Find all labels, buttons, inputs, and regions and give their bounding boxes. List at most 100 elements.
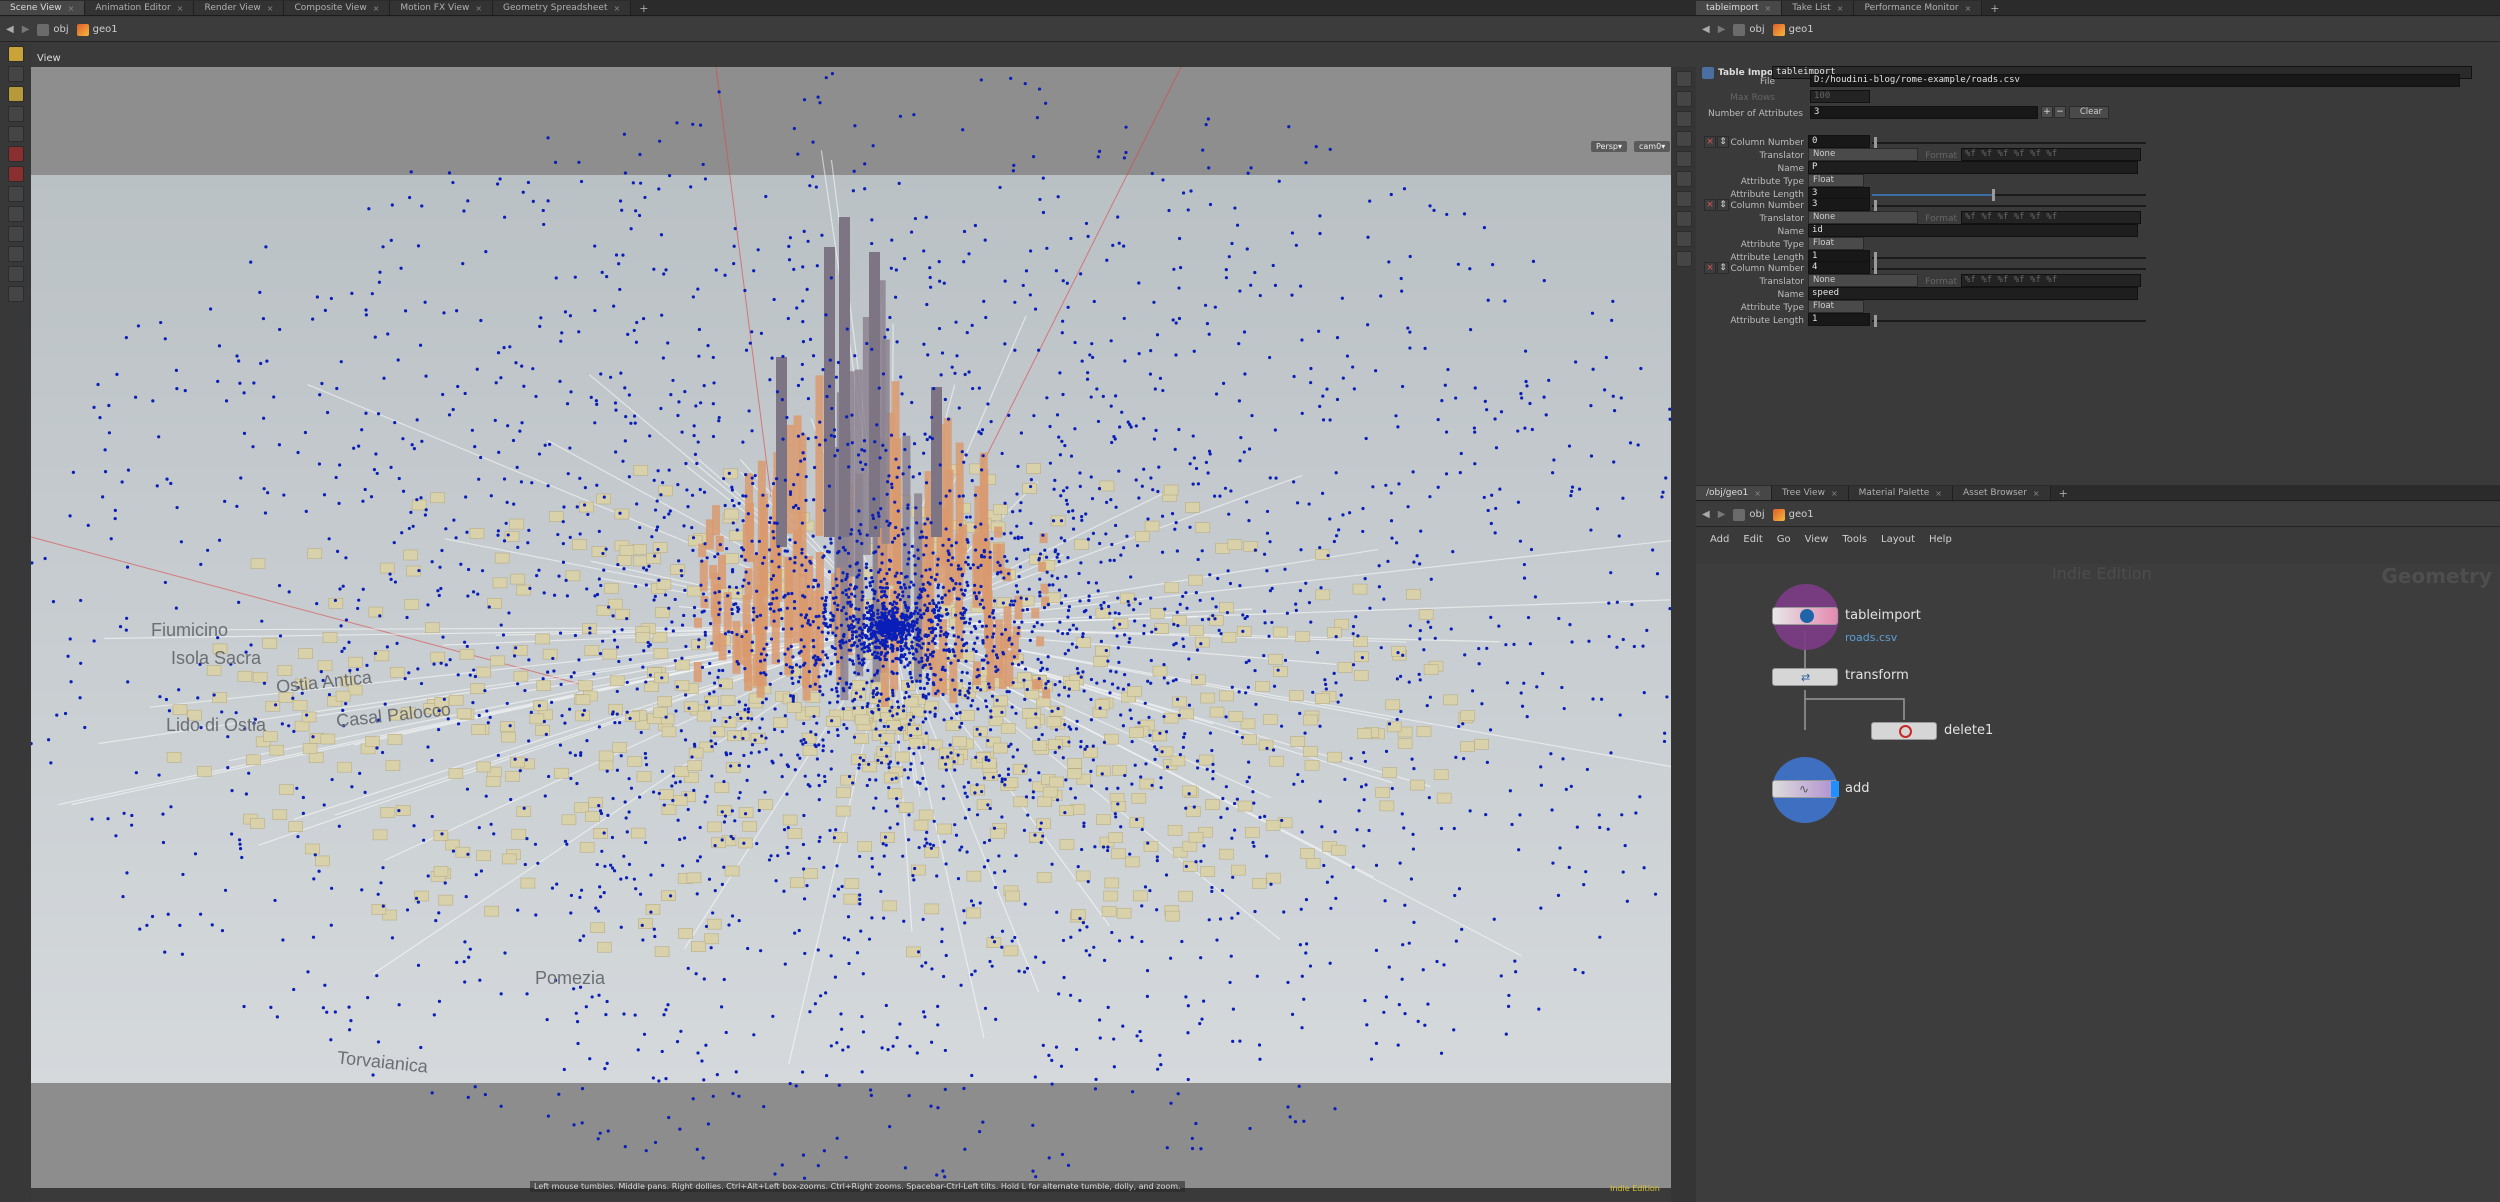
camera-icon[interactable] bbox=[7, 246, 24, 262]
block-cube bbox=[1266, 872, 1281, 884]
data-point bbox=[924, 568, 928, 572]
data-point bbox=[692, 614, 696, 618]
data-point bbox=[906, 776, 910, 780]
back-arrow-icon[interactable]: ◀ bbox=[1702, 24, 1710, 35]
wire-icon[interactable] bbox=[7, 206, 24, 222]
data-point bbox=[1053, 549, 1057, 554]
data-point bbox=[1415, 554, 1419, 558]
data-point bbox=[568, 314, 573, 318]
path-geo[interactable]: geo1 bbox=[1772, 23, 1814, 36]
data-point bbox=[920, 964, 924, 968]
data-point bbox=[217, 538, 222, 542]
data-point bbox=[890, 482, 894, 486]
close-icon[interactable]: × bbox=[1765, 4, 1772, 13]
data-point bbox=[1145, 994, 1150, 998]
data-point bbox=[483, 688, 487, 693]
scene-viewport[interactable]: Persp▾ cam0▾ Fiumicino Isola Sacra Ostia… bbox=[31, 67, 1671, 1188]
data-point bbox=[1584, 870, 1588, 874]
data-point bbox=[811, 620, 815, 624]
tab-animation-editor[interactable]: Animation Editor × bbox=[85, 1, 195, 15]
data-point bbox=[1485, 408, 1489, 412]
data-point bbox=[622, 567, 626, 571]
close-icon[interactable]: × bbox=[68, 4, 75, 13]
tab-scene-view[interactable]: Scene View × bbox=[0, 1, 86, 15]
data-point bbox=[1175, 697, 1180, 701]
close-icon[interactable]: × bbox=[267, 4, 274, 13]
data-point bbox=[888, 315, 892, 320]
data-point bbox=[986, 803, 990, 807]
data-point bbox=[1137, 281, 1141, 285]
data-point bbox=[1061, 319, 1065, 323]
close-icon[interactable]: × bbox=[177, 4, 184, 13]
add-tab-icon[interactable]: + bbox=[1982, 2, 2007, 15]
close-icon[interactable]: × bbox=[613, 4, 620, 13]
display-icon[interactable] bbox=[7, 286, 24, 302]
forward-arrow-icon[interactable]: ▶ bbox=[1718, 24, 1726, 35]
data-point bbox=[375, 471, 379, 476]
data-point bbox=[1175, 610, 1179, 614]
data-point bbox=[1389, 519, 1394, 523]
data-point bbox=[305, 713, 309, 717]
close-icon[interactable]: × bbox=[1965, 4, 1972, 13]
tab-geometry-spreadsheet[interactable]: Geometry Spreadsheet × bbox=[493, 1, 632, 15]
data-point bbox=[864, 585, 868, 589]
add-tab-icon[interactable]: + bbox=[631, 2, 656, 15]
lock-icon[interactable] bbox=[7, 126, 24, 142]
tab-take-list[interactable]: Take List × bbox=[1782, 1, 1855, 15]
data-point bbox=[986, 402, 990, 406]
path-geo[interactable]: geo1 bbox=[76, 23, 118, 36]
data-point bbox=[275, 1015, 279, 1019]
data-point bbox=[736, 605, 740, 610]
path-obj[interactable]: obj bbox=[1733, 23, 1765, 36]
data-point bbox=[588, 1057, 592, 1061]
path-obj[interactable]: obj bbox=[37, 23, 69, 36]
data-point bbox=[940, 614, 944, 618]
data-point bbox=[907, 595, 911, 599]
tab-tableimport[interactable]: tableimport × bbox=[1696, 1, 1783, 15]
tab-composite-view[interactable]: Composite View × bbox=[284, 1, 391, 15]
data-point bbox=[749, 751, 753, 755]
data-point bbox=[682, 836, 687, 840]
data-point bbox=[1024, 795, 1029, 799]
select-tool-icon[interactable] bbox=[7, 46, 24, 62]
pose-tool-icon[interactable] bbox=[7, 66, 24, 82]
data-point bbox=[922, 686, 926, 691]
data-point bbox=[1386, 559, 1390, 564]
snap-grid-icon[interactable] bbox=[7, 186, 24, 202]
data-point bbox=[1262, 552, 1267, 556]
data-point bbox=[1591, 367, 1595, 371]
data-point bbox=[791, 697, 795, 701]
forward-arrow-icon[interactable]: ▶ bbox=[22, 24, 30, 35]
data-point bbox=[594, 399, 598, 403]
data-point bbox=[419, 496, 423, 500]
data-point bbox=[976, 668, 980, 672]
data-point bbox=[710, 744, 714, 749]
close-icon[interactable]: × bbox=[475, 4, 482, 13]
back-arrow-icon[interactable]: ◀ bbox=[6, 24, 14, 35]
view-tool-icon[interactable] bbox=[7, 106, 24, 122]
data-point bbox=[597, 993, 601, 997]
snap-icon[interactable] bbox=[7, 146, 24, 162]
data-point bbox=[1007, 413, 1011, 417]
data-point bbox=[432, 1013, 436, 1017]
data-point bbox=[781, 354, 785, 359]
data-point bbox=[338, 587, 342, 591]
magnet-icon[interactable] bbox=[7, 166, 24, 182]
data-point bbox=[726, 594, 730, 598]
data-point bbox=[1113, 437, 1117, 441]
close-icon[interactable]: × bbox=[1837, 4, 1844, 13]
data-point bbox=[1031, 154, 1036, 159]
data-point bbox=[644, 568, 649, 572]
render-icon[interactable] bbox=[7, 226, 24, 242]
tab-motion-fx-view[interactable]: Motion FX View × bbox=[390, 1, 494, 15]
tab-performance-monitor[interactable]: Performance Monitor × bbox=[1854, 1, 1983, 15]
data-point bbox=[1436, 417, 1440, 422]
handle-tool-icon[interactable] bbox=[7, 86, 24, 102]
close-icon[interactable]: × bbox=[373, 4, 380, 13]
data-point bbox=[1452, 826, 1456, 831]
data-point bbox=[1634, 811, 1638, 815]
light-icon[interactable] bbox=[7, 266, 24, 282]
data-point bbox=[856, 620, 860, 625]
data-point bbox=[894, 601, 899, 606]
tab-render-view[interactable]: Render View × bbox=[194, 1, 285, 15]
